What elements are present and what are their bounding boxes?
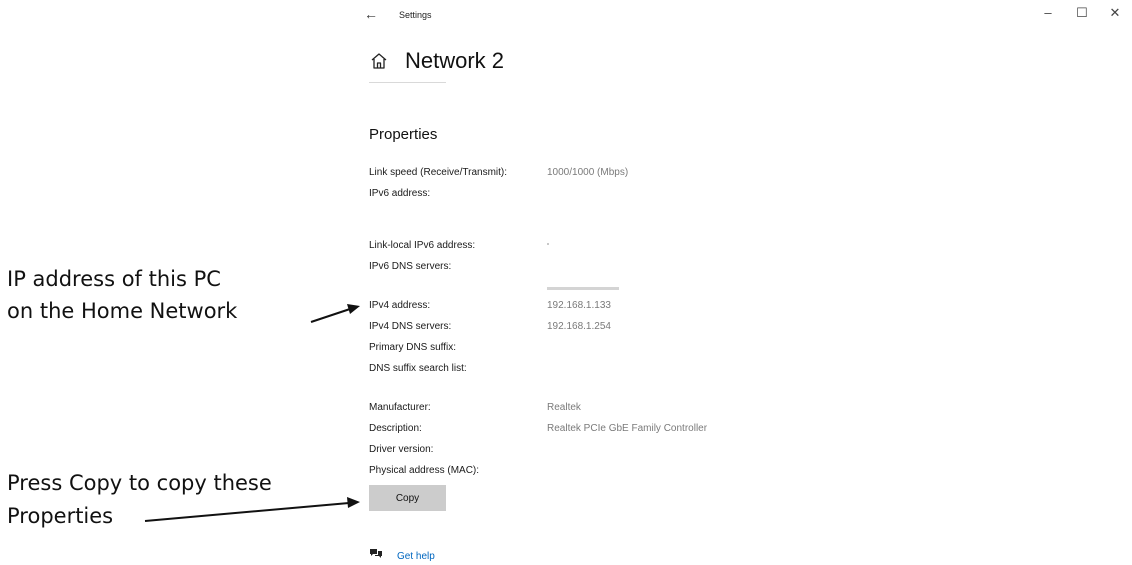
arrow-to-copy bbox=[144, 497, 360, 522]
arrow-to-ipv4 bbox=[310, 304, 360, 323]
annotation-arrows bbox=[144, 304, 360, 522]
